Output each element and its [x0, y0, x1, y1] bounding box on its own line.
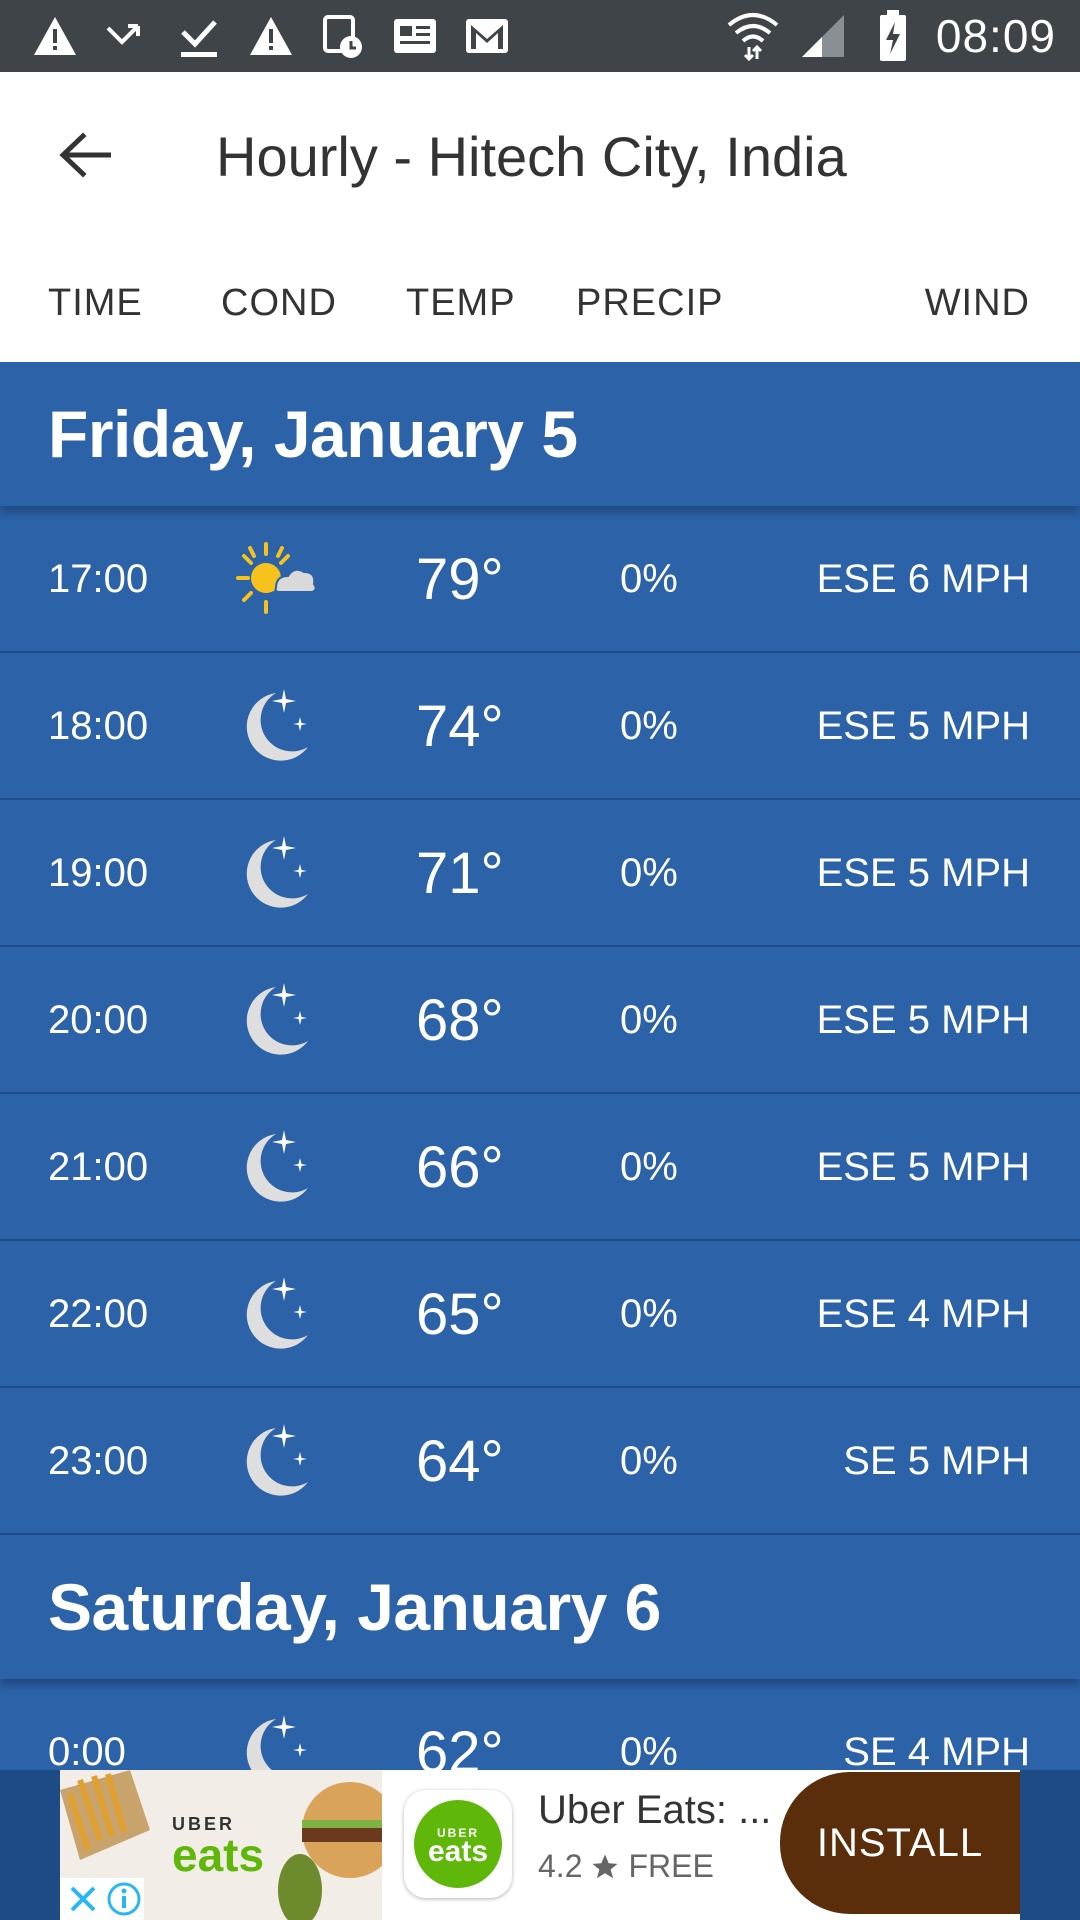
star-icon — [592, 1854, 618, 1878]
missed-call-icon — [100, 10, 154, 62]
hour-wind: ESE 5 MPH — [816, 1145, 1030, 1189]
warning-icon — [244, 10, 298, 62]
uber-eats-logo: UBER eats — [172, 1814, 265, 1881]
hour-wind: ESE 6 MPH — [816, 557, 1030, 601]
uber-eats-app-icon: UBER eats — [414, 1800, 502, 1888]
hour-precip: 0% — [620, 557, 678, 601]
hour-time: 19:00 — [48, 851, 149, 895]
hour-row[interactable]: 21:00 66° 0% ESE 5 MPH — [0, 1094, 1080, 1241]
hour-time: 0:00 — [48, 1730, 126, 1770]
status-bar: 08:09 — [0, 0, 1080, 72]
hour-time: 22:00 — [48, 1292, 149, 1336]
hour-wind: ESE 4 MPH — [816, 1292, 1030, 1336]
moon-stars-icon — [246, 1130, 308, 1202]
hour-row[interactable]: 19:00 71° 0% ESE 5 MPH — [0, 800, 1080, 947]
hour-temp: 68° — [416, 988, 504, 1053]
hour-temp: 66° — [416, 1135, 504, 1200]
arrow-left-icon — [59, 132, 111, 178]
hour-precip: 0% — [620, 998, 678, 1042]
ad-app-meta: 4.2 FREE — [538, 1848, 714, 1885]
hour-wind: ESE 5 MPH — [816, 851, 1030, 895]
hour-row[interactable]: 0:00 62° 0% SE 4 MPH — [0, 1679, 1080, 1770]
moon-stars-icon — [246, 1277, 308, 1349]
hour-row[interactable]: 20:00 68° 0% ESE 5 MPH — [0, 947, 1080, 1094]
hour-wind: ESE 5 MPH — [816, 998, 1030, 1042]
ad-banner[interactable]: UBER eats UBER eats Uber Eats: ... 4.2 F… — [60, 1770, 1020, 1920]
column-headers: TIME COND TEMP PRECIP WIND — [0, 282, 1080, 342]
column-header-cond: COND — [221, 282, 337, 324]
hourly-list[interactable]: Friday, January 5 17:00 79° 0% ESE 6 MPH… — [0, 362, 1080, 1770]
sun-cloud-icon — [236, 542, 317, 614]
day-header: Friday, January 5 — [0, 362, 1080, 506]
hour-temp: 79° — [416, 547, 504, 612]
hour-wind: SE 5 MPH — [843, 1439, 1030, 1483]
info-icon[interactable] — [106, 1881, 142, 1917]
ad-price: FREE — [628, 1848, 714, 1884]
ad-banner-container: UBER eats UBER eats Uber Eats: ... 4.2 F… — [0, 1770, 1080, 1920]
hour-row[interactable]: 23:00 64° 0% SE 5 MPH — [0, 1388, 1080, 1535]
hour-row[interactable]: 22:00 65° 0% ESE 4 MPH — [0, 1241, 1080, 1388]
ad-rating: 4.2 — [538, 1848, 583, 1884]
moon-stars-icon — [246, 1424, 308, 1496]
moon-stars-icon — [246, 1715, 307, 1770]
hour-row[interactable]: 18:00 74° 0% ESE 5 MPH — [0, 653, 1080, 800]
hour-row[interactable]: 17:00 79° 0% ESE 6 MPH — [0, 506, 1080, 653]
download-done-icon — [172, 10, 226, 62]
back-button[interactable] — [40, 120, 130, 190]
hour-time: 21:00 — [48, 1145, 149, 1189]
day-header: Saturday, January 6 — [0, 1535, 1080, 1679]
hour-precip: 0% — [620, 704, 678, 748]
hour-temp: 62° — [416, 1720, 504, 1770]
hour-temp: 64° — [416, 1429, 504, 1494]
moon-stars-icon — [246, 983, 308, 1055]
news-icon — [388, 10, 442, 62]
calendar-clock-icon — [316, 10, 370, 62]
app-bar: Hourly - Hitech City, India TIME COND TE… — [0, 72, 1080, 362]
warning-icon — [28, 10, 82, 62]
clock: 08:09 — [935, 10, 1056, 62]
hour-precip: 0% — [620, 1730, 678, 1770]
hour-precip: 0% — [620, 851, 678, 895]
page-title: Hourly - Hitech City, India — [216, 125, 847, 188]
moon-stars-icon — [246, 689, 308, 761]
battery-charging-icon — [866, 10, 920, 62]
close-icon[interactable] — [66, 1882, 100, 1916]
hour-temp: 71° — [416, 841, 504, 906]
ad-choices[interactable] — [60, 1878, 144, 1920]
wifi-icon — [726, 10, 780, 62]
hour-time: 17:00 — [48, 557, 149, 601]
hour-time: 20:00 — [48, 998, 149, 1042]
hour-precip: 0% — [620, 1439, 678, 1483]
hour-time: 18:00 — [48, 704, 149, 748]
hour-precip: 0% — [620, 1145, 678, 1189]
hour-temp: 65° — [416, 1282, 504, 1347]
notification-icons — [28, 10, 514, 62]
gmail-icon — [460, 10, 514, 62]
hour-time: 23:00 — [48, 1439, 149, 1483]
ad-app-name: Uber Eats: ... — [538, 1788, 772, 1832]
signal-icon — [796, 10, 850, 62]
column-header-time: TIME — [48, 282, 143, 324]
hour-temp: 74° — [416, 694, 504, 759]
app-icon[interactable]: UBER eats — [404, 1790, 512, 1898]
column-header-precip: PRECIP — [576, 282, 724, 324]
svg-text:eats: eats — [428, 1835, 488, 1868]
install-button[interactable]: INSTALL — [780, 1772, 1020, 1914]
system-icons: 08:09 — [726, 8, 1056, 64]
column-header-temp: TEMP — [406, 282, 516, 324]
hour-precip: 0% — [620, 1292, 678, 1336]
hour-wind: ESE 5 MPH — [816, 704, 1030, 748]
column-header-wind: WIND — [924, 282, 1030, 324]
moon-stars-icon — [246, 836, 308, 908]
hour-wind: SE 4 MPH — [843, 1730, 1030, 1770]
